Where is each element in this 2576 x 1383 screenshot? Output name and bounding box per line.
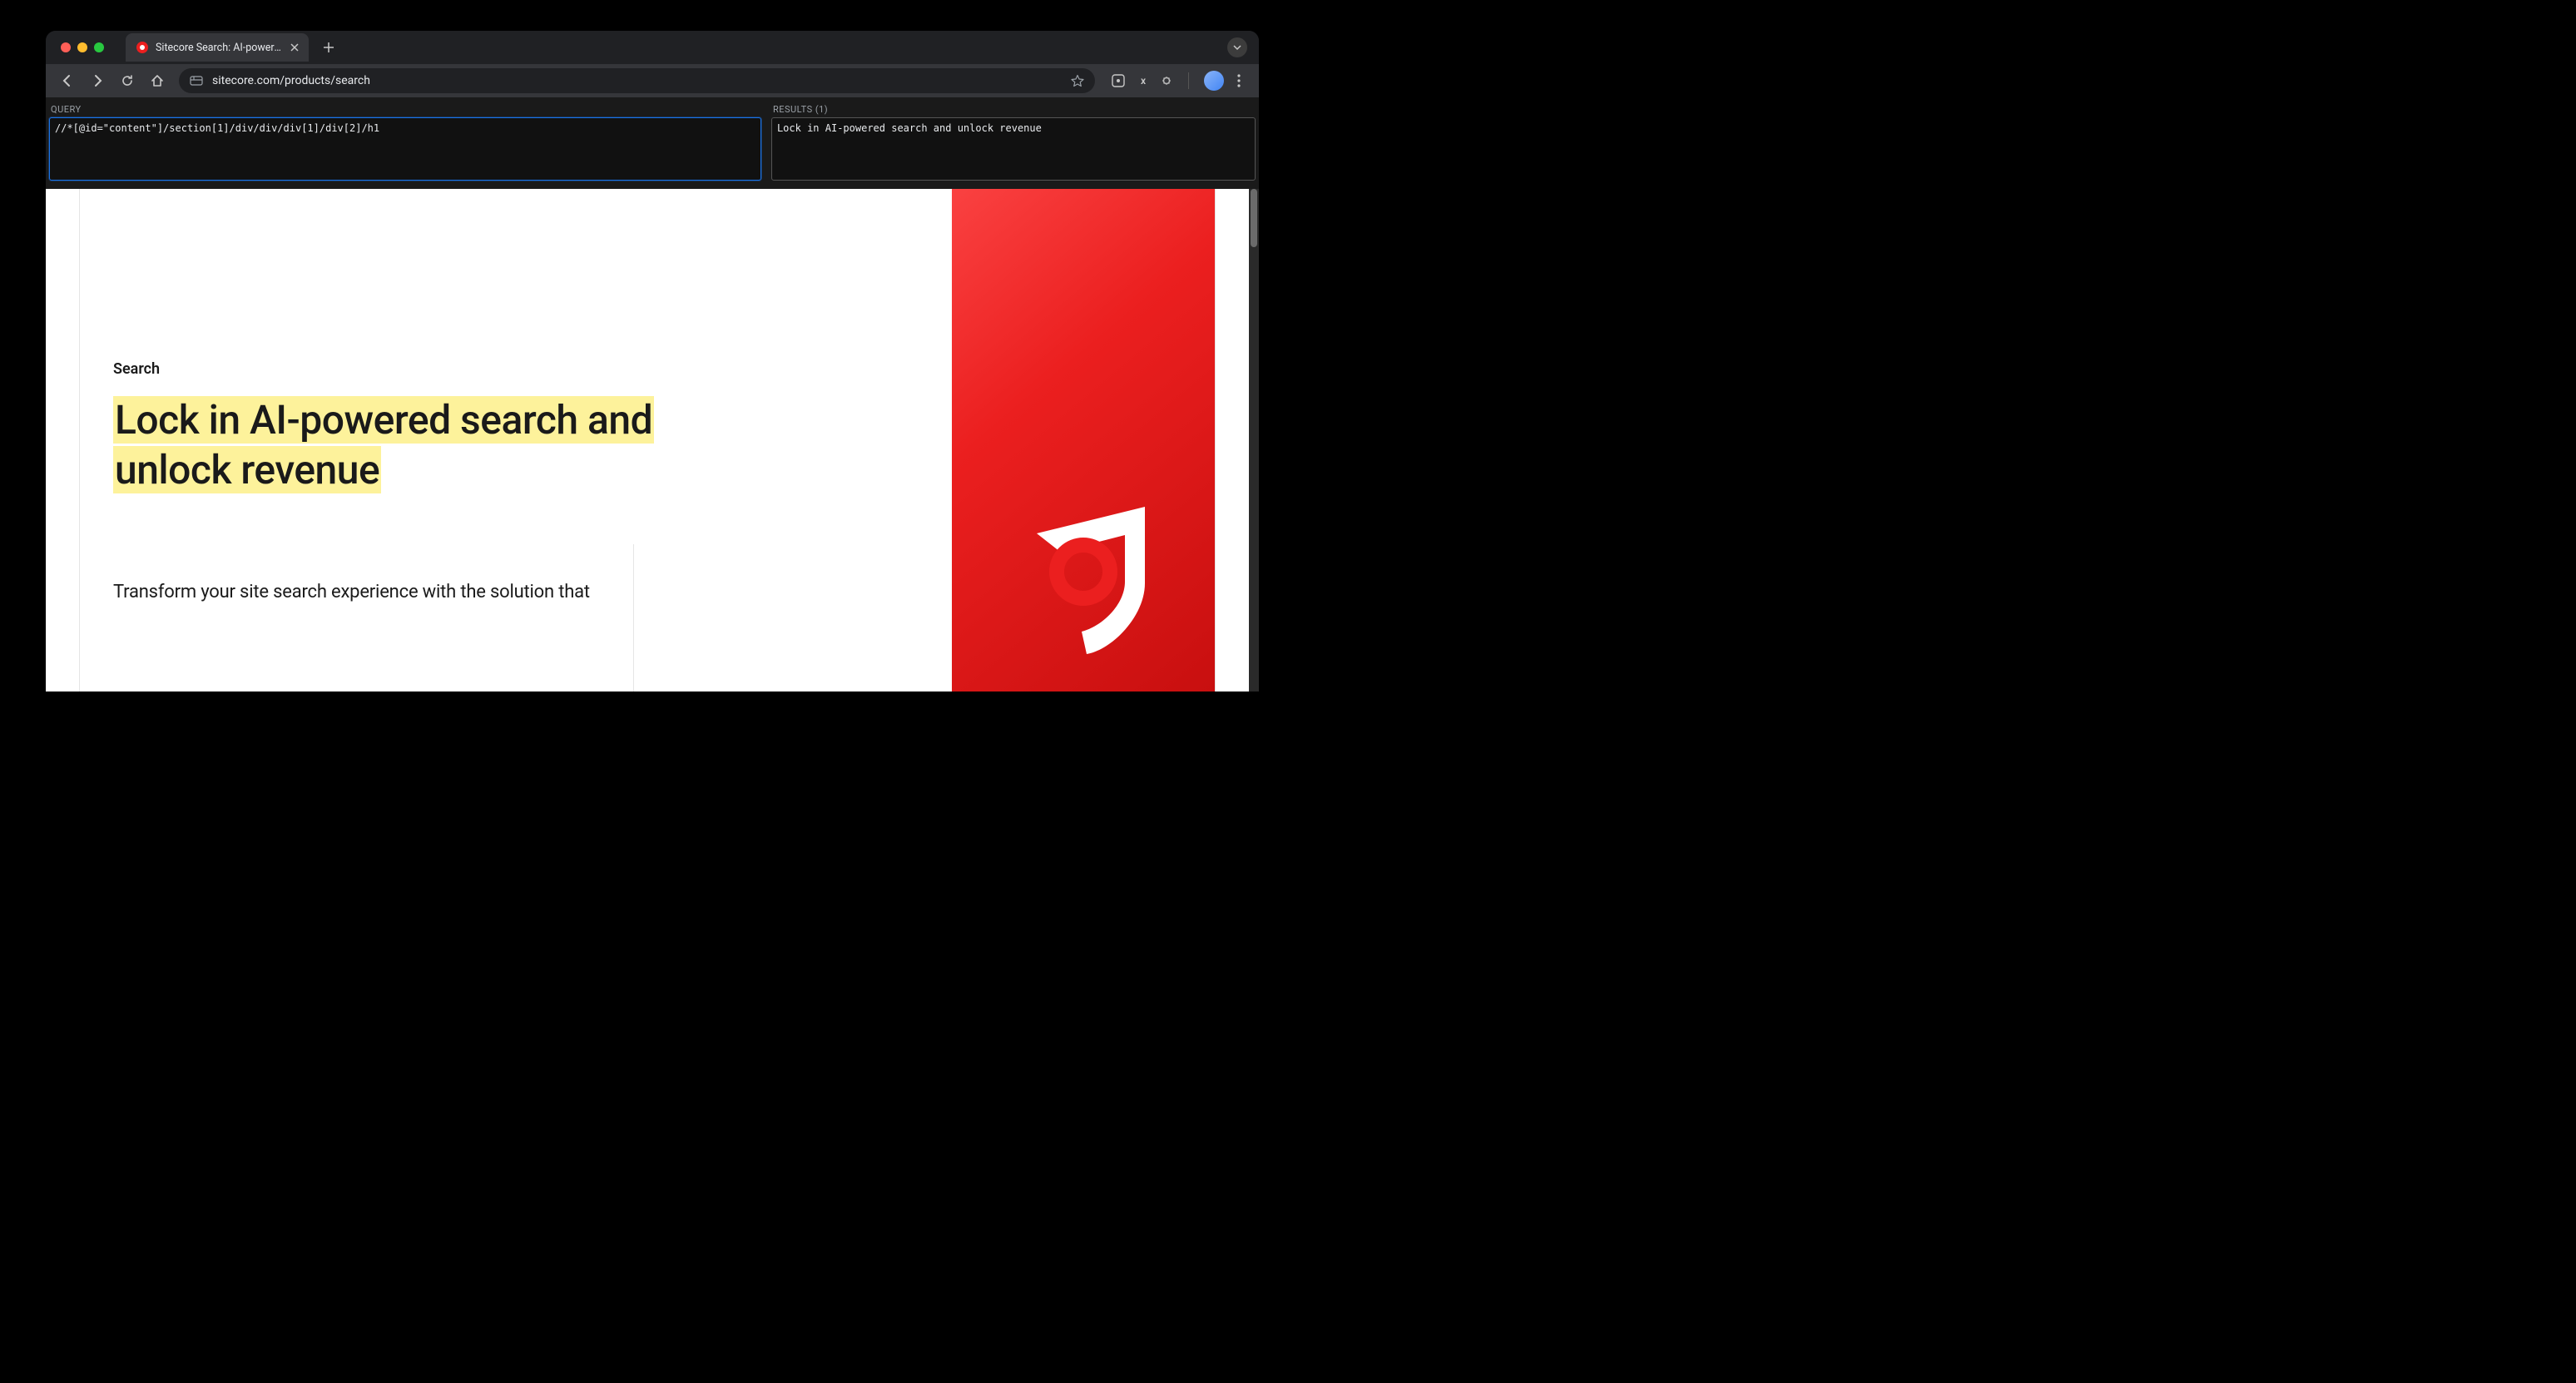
reload-button[interactable] (114, 67, 141, 94)
hero-red-panel (952, 189, 1215, 692)
page-content-inner: Search Lock in AI-powered search andunlo… (79, 189, 1216, 692)
page-headline: Lock in AI-powered search andunlock reve… (113, 395, 654, 495)
extension-button-1[interactable] (1107, 69, 1130, 92)
results-label: RESULTS (1) (771, 104, 1256, 117)
sitecore-favicon-icon (136, 41, 149, 54)
page-viewport: SITECORE Explore Products & Services Par… (46, 189, 1259, 692)
page-content: Search Lock in AI-powered search andunlo… (46, 189, 1249, 692)
home-button[interactable] (144, 67, 171, 94)
new-tab-button[interactable] (317, 36, 340, 59)
window-minimize-button[interactable] (77, 42, 87, 52)
window-zoom-button[interactable] (94, 42, 104, 52)
tab-title: Sitecore Search: AI-powered (156, 42, 282, 54)
results-text: Lock in AI-powered search and unlock rev… (777, 122, 1042, 134)
extensions-puzzle-icon[interactable] (1157, 69, 1180, 92)
forward-button[interactable] (84, 67, 111, 94)
tab-close-button[interactable] (289, 42, 300, 53)
window-controls (56, 42, 112, 52)
browser-menu-button[interactable] (1227, 69, 1251, 92)
scroll-thumb[interactable] (1251, 189, 1257, 247)
xpath-panel-row: QUERY //*[@id="content"]/section[1]/div/… (46, 97, 1259, 189)
toolbar-divider (1188, 72, 1189, 89)
extensions-group: x (1107, 69, 1180, 92)
results-panel: RESULTS (1) Lock in AI-powered search an… (771, 104, 1256, 181)
extension-button-2[interactable]: x (1132, 69, 1155, 92)
results-output: Lock in AI-powered search and unlock rev… (771, 117, 1256, 181)
url-bar[interactable]: sitecore.com/products/search (179, 68, 1095, 93)
query-input[interactable]: //*[@id="content"]/section[1]/div/div/di… (49, 117, 761, 181)
content-vertical-divider (633, 544, 634, 692)
query-text: //*[@id="content"]/section[1]/div/div/di… (55, 122, 379, 134)
query-label: QUERY (49, 104, 761, 117)
url-text: sitecore.com/products/search (212, 74, 1062, 87)
site-info-icon[interactable] (189, 73, 204, 88)
browser-window: Sitecore Search: AI-powered (46, 31, 1259, 692)
window-close-button[interactable] (61, 42, 71, 52)
body-copy: Transform your site search experience wi… (113, 582, 590, 602)
browser-toolbar: sitecore.com/products/search x (46, 64, 1259, 97)
browser-tab[interactable]: Sitecore Search: AI-powered (126, 33, 309, 62)
sitecore-search-hero-icon (1012, 492, 1170, 658)
tabs-dropdown-button[interactable] (1227, 37, 1247, 57)
query-panel: QUERY //*[@id="content"]/section[1]/div/… (49, 104, 761, 181)
eyebrow-label: Search (113, 360, 160, 378)
back-button[interactable] (54, 67, 81, 94)
tab-strip: Sitecore Search: AI-powered (46, 31, 1259, 64)
vertical-scrollbar[interactable] (1249, 189, 1259, 692)
bookmark-star-icon[interactable] (1070, 73, 1085, 88)
profile-avatar[interactable] (1204, 71, 1224, 91)
